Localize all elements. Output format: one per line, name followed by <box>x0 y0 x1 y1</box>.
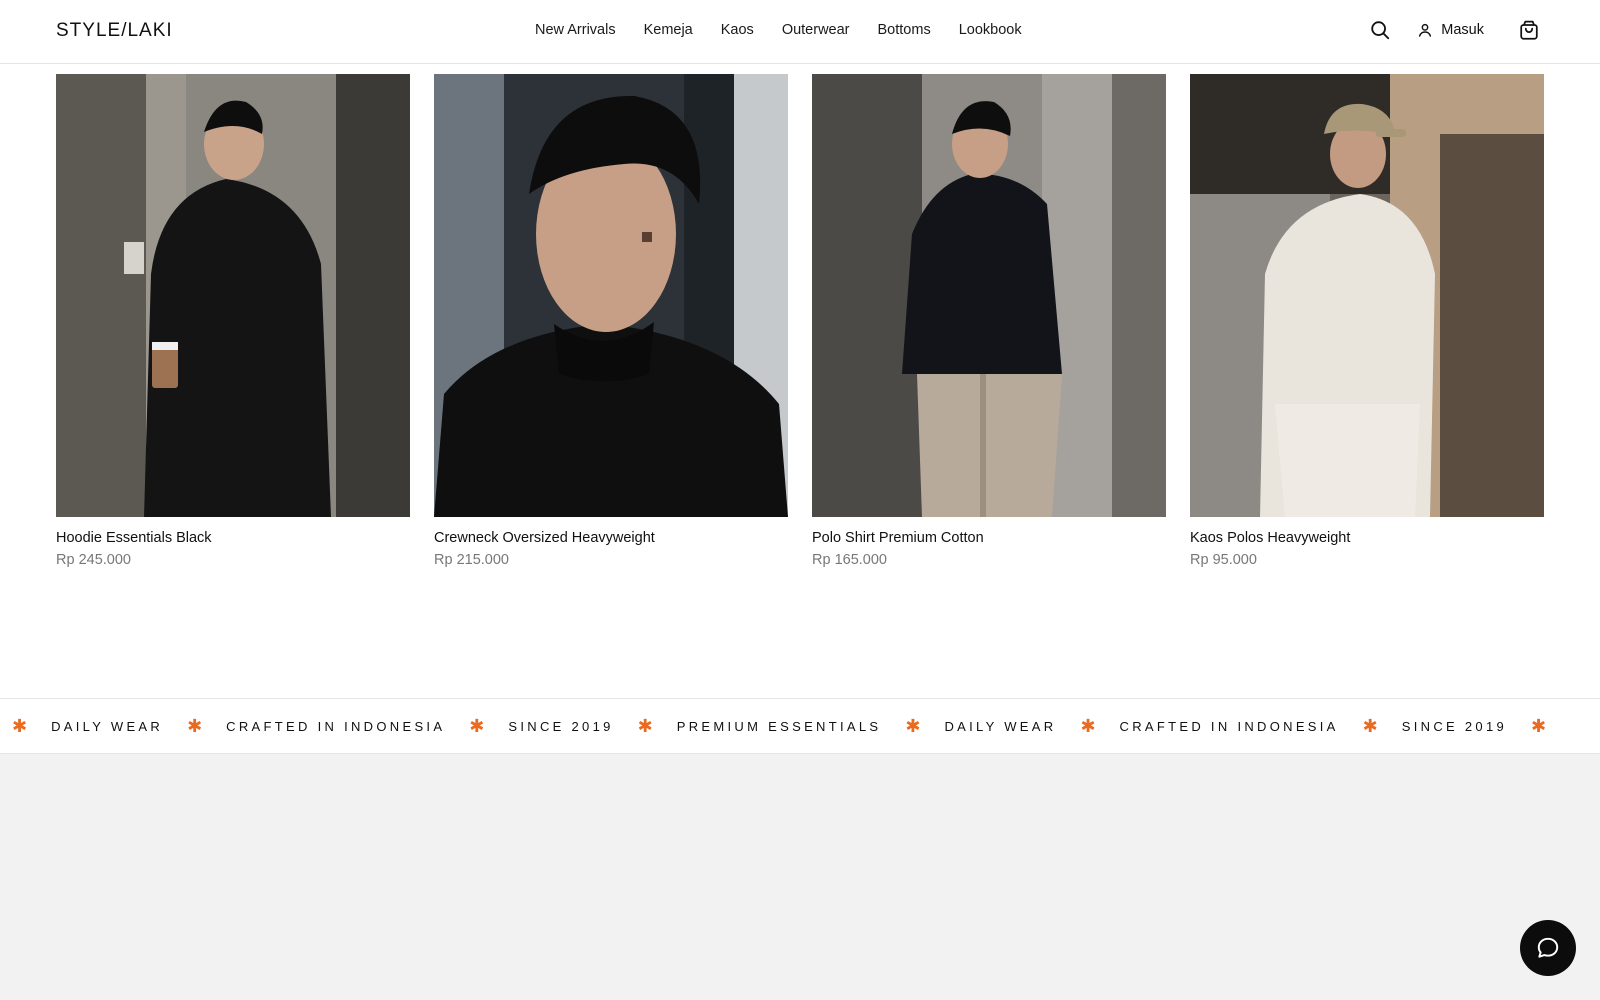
product-image[interactable] <box>56 74 410 517</box>
login-button[interactable]: Masuk <box>1417 22 1484 38</box>
asterisk-icon: ✱ <box>187 716 203 736</box>
product-image[interactable] <box>434 74 788 517</box>
search-icon <box>1371 21 1390 40</box>
marquee-text: CRAFTED IN INDONESIA <box>226 718 446 734</box>
chat-bubble-icon <box>1537 937 1559 958</box>
product-name[interactable]: Kaos Polos Heavyweight <box>1190 530 1544 546</box>
nav-kaos[interactable]: Kaos <box>721 22 754 38</box>
marquee-banner: ✱ DAILY WEAR ✱ CRAFTED IN INDONESIA ✱ SI… <box>0 698 1600 754</box>
product-price: Rp 165.000 <box>812 552 887 568</box>
nav-kemeja[interactable]: Kemeja <box>644 22 693 38</box>
marquee-text: SINCE 2019 <box>1401 718 1508 734</box>
asterisk-icon: ✱ <box>1080 716 1096 736</box>
nav-lookbook[interactable]: Lookbook <box>959 22 1022 38</box>
nav-new-arrivals[interactable]: New Arrivals <box>535 22 616 38</box>
asterisk-icon: ✱ <box>1362 716 1378 736</box>
search-button[interactable] <box>1369 19 1391 41</box>
cart-button[interactable] <box>1518 19 1540 41</box>
marquee-track: ✱ DAILY WEAR ✱ CRAFTED IN INDONESIA ✱ SI… <box>0 717 1570 735</box>
asterisk-icon: ✱ <box>469 716 485 736</box>
product-grid: Hoodie Essentials Black Rp 245.000 Crewn… <box>56 74 1544 568</box>
site-logo[interactable]: STYLE/LAKI <box>56 20 173 42</box>
product-image[interactable] <box>1190 74 1544 517</box>
marquee-text: PREMIUM ESSENTIALS <box>676 718 882 734</box>
product-card[interactable]: Kaos Polos Heavyweight Rp 95.000 <box>1190 74 1544 568</box>
product-price: Rp 215.000 <box>434 552 509 568</box>
asterisk-icon: ✱ <box>905 716 921 736</box>
product-price: Rp 245.000 <box>56 552 131 568</box>
marquee-text: DAILY WEAR <box>51 718 164 734</box>
header-actions: Masuk <box>1369 19 1540 41</box>
product-card[interactable]: Crewneck Oversized Heavyweight Rp 215.00… <box>434 74 788 568</box>
user-icon <box>1419 23 1432 37</box>
marquee-text: DAILY WEAR <box>944 718 1057 734</box>
asterisk-icon: ✱ <box>637 716 653 736</box>
product-image[interactable] <box>812 74 1166 517</box>
product-name[interactable]: Polo Shirt Premium Cotton <box>812 530 1166 546</box>
marquee-text: SINCE 2019 <box>508 718 614 734</box>
product-price: Rp 95.000 <box>1190 552 1257 568</box>
asterisk-icon: ✱ <box>12 716 28 736</box>
product-card[interactable]: Polo Shirt Premium Cotton Rp 165.000 <box>812 74 1166 568</box>
site-header: STYLE/LAKI New Arrivals Kemeja Kaos Oute… <box>0 0 1600 64</box>
shopping-bag-icon <box>1520 20 1538 40</box>
product-name[interactable]: Hoodie Essentials Black <box>56 530 410 546</box>
marquee-text: CRAFTED IN INDONESIA <box>1119 718 1339 734</box>
main-nav: New Arrivals Kemeja Kaos Outerwear Botto… <box>535 22 1050 38</box>
nav-outerwear[interactable]: Outerwear <box>782 22 850 38</box>
chat-button[interactable] <box>1520 920 1576 976</box>
nav-bottoms[interactable]: Bottoms <box>878 22 931 38</box>
login-label: Masuk <box>1441 22 1484 38</box>
product-card[interactable]: Hoodie Essentials Black Rp 245.000 <box>56 74 410 568</box>
asterisk-icon: ✱ <box>1531 716 1547 736</box>
product-name[interactable]: Crewneck Oversized Heavyweight <box>434 530 788 546</box>
